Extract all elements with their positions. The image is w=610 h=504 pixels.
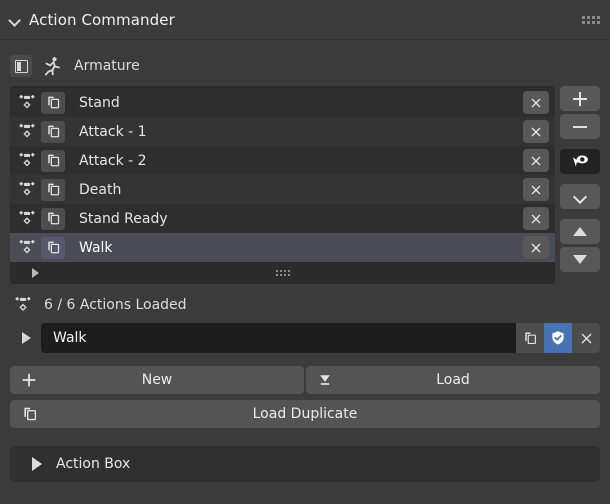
select-visibility-button[interactable] xyxy=(560,149,600,174)
remove-action-button[interactable] xyxy=(523,178,549,201)
action-keyframe-icon xyxy=(16,238,38,258)
shield-check-icon xyxy=(550,330,566,346)
action-keyframe-icon xyxy=(16,122,38,142)
table-row[interactable]: Stand Ready xyxy=(10,204,555,233)
remove-action-button[interactable] xyxy=(523,236,549,259)
new-button-label: New xyxy=(10,372,304,388)
duplicate-action-button[interactable] xyxy=(41,237,65,259)
load-duplicate-row: Load Duplicate xyxy=(10,400,600,428)
add-action-button[interactable] xyxy=(560,86,600,111)
armature-label: Armature xyxy=(74,58,140,74)
duplicate-action-button[interactable] xyxy=(41,208,65,230)
action-list-section: Stand Attack - 1 Attack - 2 Death Stand … xyxy=(0,86,610,284)
duplicate-icon xyxy=(22,400,38,428)
action-box-subpanel[interactable]: Action Box xyxy=(10,446,600,482)
action-list-footer[interactable] xyxy=(10,262,555,284)
list-side-toolbar xyxy=(560,86,600,272)
action-keyframe-icon xyxy=(16,180,38,200)
close-icon xyxy=(579,331,594,346)
triangle-up-icon xyxy=(573,227,587,236)
action-keyframe-icon xyxy=(12,295,34,315)
panel-header[interactable]: Action Commander xyxy=(0,0,610,40)
action-name: Stand Ready xyxy=(79,211,519,227)
move-up-button[interactable] xyxy=(560,219,600,244)
table-row[interactable]: Stand xyxy=(10,88,555,117)
status-text: 6 / 6 Actions Loaded xyxy=(44,297,187,313)
plus-icon xyxy=(22,366,36,394)
load-duplicate-button[interactable]: Load Duplicate xyxy=(10,400,600,428)
action-keyframe-icon xyxy=(16,209,38,229)
fake-user-toggle[interactable] xyxy=(544,323,572,353)
cursor-eye-icon xyxy=(570,152,590,172)
remove-action-button[interactable] xyxy=(560,114,600,139)
armature-row: Armature xyxy=(0,50,610,82)
load-duplicate-label: Load Duplicate xyxy=(10,406,600,422)
action-commander-panel: Action Commander Armature Stand xyxy=(0,0,610,504)
action-name: Walk xyxy=(79,240,519,256)
duplicate-action-button[interactable] xyxy=(41,179,65,201)
table-row[interactable]: Attack - 2 xyxy=(10,146,555,175)
grip-dots-icon[interactable] xyxy=(276,270,290,276)
triangle-down-icon xyxy=(573,255,587,264)
remove-action-button[interactable] xyxy=(523,120,549,143)
minus-icon xyxy=(573,126,587,128)
properties-editor-icon[interactable] xyxy=(10,55,32,77)
load-button[interactable]: Load xyxy=(306,366,600,394)
action-name: Death xyxy=(79,182,519,198)
action-name-field[interactable]: Walk xyxy=(41,323,600,353)
new-load-button-row: New Load xyxy=(10,366,600,394)
status-row: 6 / 6 Actions Loaded xyxy=(0,292,610,318)
action-name: Attack - 1 xyxy=(79,124,519,140)
new-button[interactable]: New xyxy=(10,366,304,394)
table-row[interactable]: Death xyxy=(10,175,555,204)
page-title: Action Commander xyxy=(29,11,175,29)
plus-icon xyxy=(573,92,587,106)
chevron-down-icon[interactable] xyxy=(8,13,22,27)
action-keyframe-icon xyxy=(16,93,38,113)
table-row[interactable]: Attack - 1 xyxy=(10,117,555,146)
action-name: Attack - 2 xyxy=(79,153,519,169)
action-list[interactable]: Stand Attack - 1 Attack - 2 Death Stand … xyxy=(10,86,555,284)
load-button-label: Load xyxy=(306,372,600,388)
action-box-label: Action Box xyxy=(56,456,130,472)
unlink-action-button[interactable] xyxy=(572,323,600,353)
duplicate-action-button[interactable] xyxy=(41,121,65,143)
grip-dots-icon[interactable] xyxy=(582,16,600,24)
active-action-row: Walk xyxy=(10,322,600,354)
duplicate-action-button[interactable] xyxy=(41,92,65,114)
move-down-button[interactable] xyxy=(560,247,600,272)
triangle-right-icon[interactable] xyxy=(32,268,39,278)
remove-action-button[interactable] xyxy=(523,91,549,114)
duplicate-action-button[interactable] xyxy=(516,323,544,353)
action-name: Stand xyxy=(79,95,519,111)
table-row[interactable]: Walk xyxy=(10,233,555,262)
duplicate-icon xyxy=(523,331,538,346)
import-icon xyxy=(318,366,332,394)
action-keyframe-icon xyxy=(16,151,38,171)
remove-action-button[interactable] xyxy=(523,207,549,230)
chevron-down-icon xyxy=(575,191,586,202)
action-name-value[interactable]: Walk xyxy=(41,330,516,346)
triangle-right-icon[interactable] xyxy=(32,457,42,471)
duplicate-action-button[interactable] xyxy=(41,150,65,172)
triangle-right-icon[interactable] xyxy=(22,332,31,344)
armature-icon xyxy=(40,54,64,78)
remove-action-button[interactable] xyxy=(523,149,549,172)
specials-menu-button[interactable] xyxy=(560,184,600,209)
